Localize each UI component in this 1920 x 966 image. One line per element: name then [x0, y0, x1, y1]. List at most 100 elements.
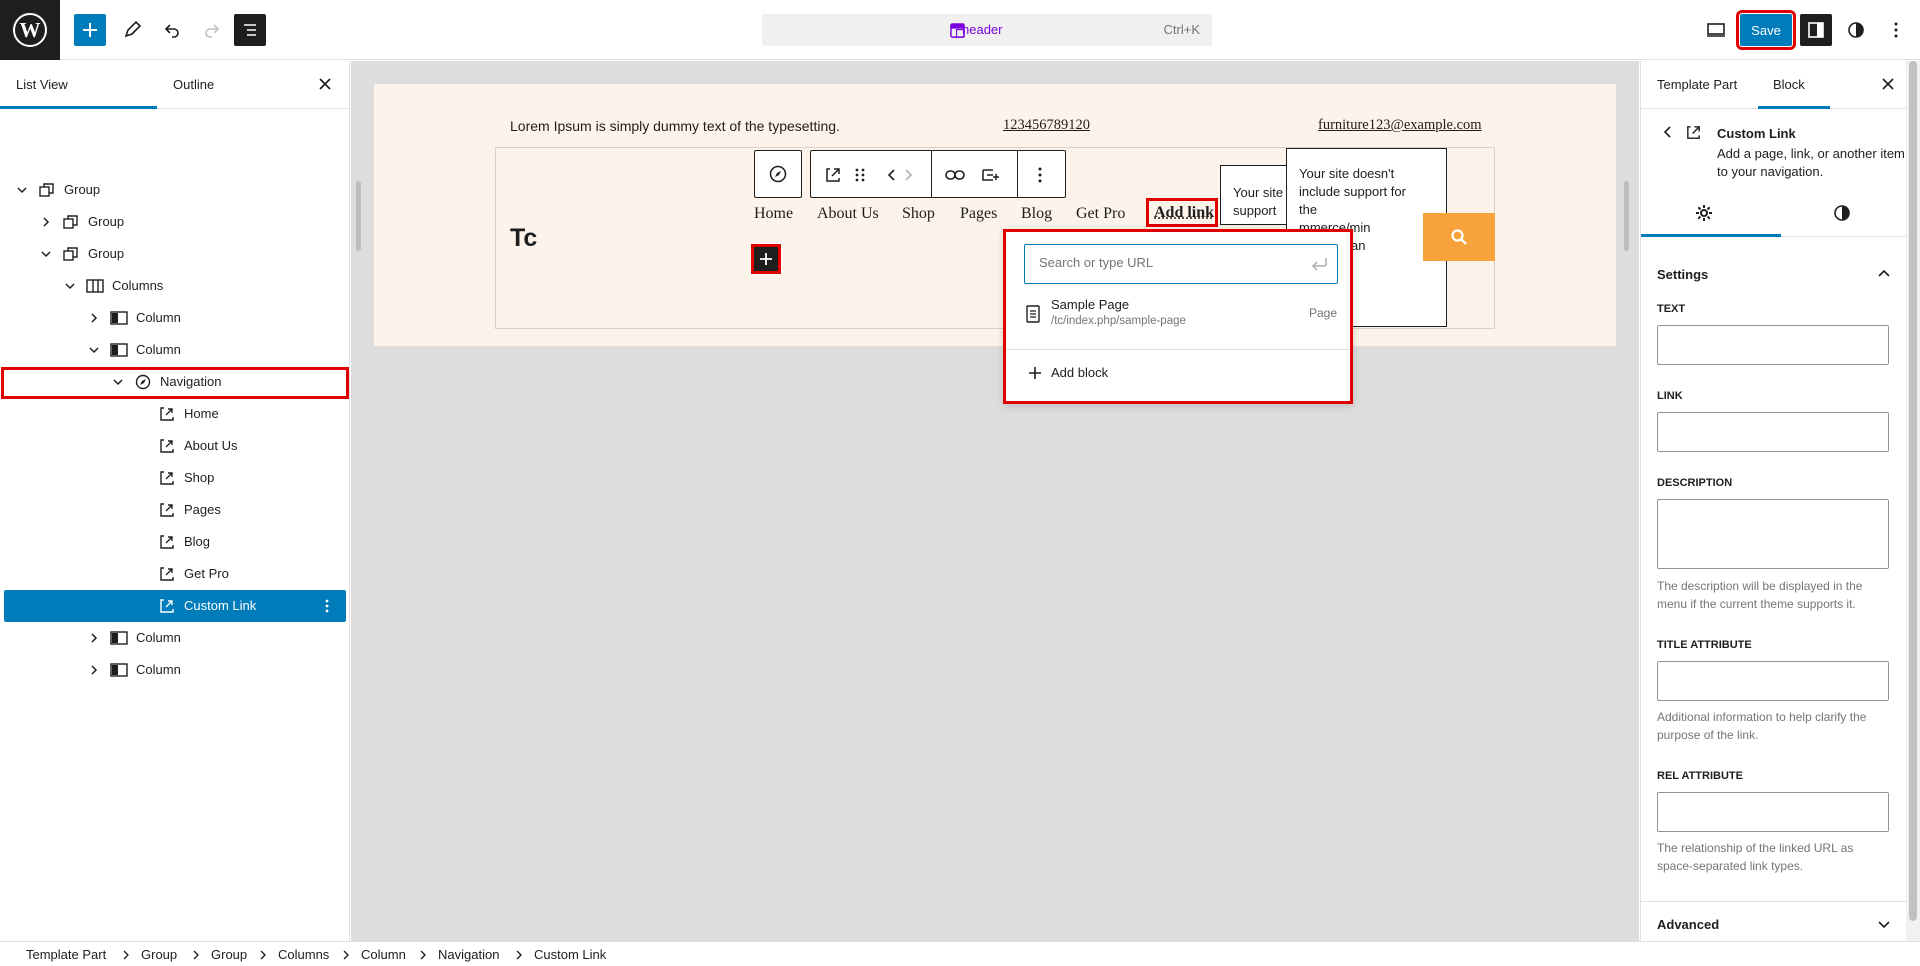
breadcrumb-item-column[interactable]: Column: [361, 947, 406, 962]
description-field[interactable]: [1657, 499, 1889, 569]
back-chevron-icon[interactable]: [1663, 125, 1673, 139]
breadcrumb-item-group[interactable]: Group: [211, 947, 247, 962]
wordpress-icon: W: [12, 12, 48, 48]
breadcrumb-item-navigation[interactable]: Navigation: [438, 947, 499, 962]
columns-icon: [86, 277, 104, 295]
text-field[interactable]: [1657, 325, 1889, 365]
canvas-resize-handle-left[interactable]: [356, 181, 361, 251]
move-right-icon[interactable]: [903, 168, 913, 182]
list-view-item-custom-link[interactable]: Custom Link: [4, 590, 346, 622]
more-vertical-icon[interactable]: [324, 598, 330, 614]
link-icon[interactable]: [945, 167, 965, 183]
undo-button[interactable]: [154, 12, 190, 48]
save-button[interactable]: Save: [1740, 14, 1792, 46]
list-view-item-column[interactable]: Column: [4, 622, 346, 654]
add-block-button[interactable]: Add block: [1024, 362, 1174, 386]
breadcrumb-item-custom-link[interactable]: Custom Link: [534, 947, 606, 962]
list-view-item-columns[interactable]: Columns: [4, 270, 346, 302]
list-view-item-shop[interactable]: Shop: [4, 462, 346, 494]
rel-attribute-field[interactable]: [1657, 792, 1889, 832]
list-view-item-label: Shop: [184, 470, 214, 485]
list-view-item-get-pro[interactable]: Get Pro: [4, 558, 346, 590]
canvas-resize-handle-right[interactable]: [1624, 181, 1629, 251]
phone-link[interactable]: 123456789120: [1003, 117, 1090, 134]
styles-button[interactable]: [1838, 12, 1874, 48]
list-view-item-home[interactable]: Home: [4, 398, 346, 430]
chevron-down-icon[interactable]: [1877, 920, 1891, 930]
menu-item-blog[interactable]: Blog: [1021, 205, 1052, 223]
chevron-down-icon[interactable]: [38, 246, 54, 262]
list-view-item-group[interactable]: Group: [4, 206, 346, 238]
close-icon[interactable]: [1881, 77, 1895, 91]
preview-button[interactable]: [1698, 12, 1734, 48]
wordpress-logo-button[interactable]: W: [0, 0, 60, 60]
list-view-item-pages[interactable]: Pages: [4, 494, 346, 526]
menu-item-pages[interactable]: Pages: [960, 205, 997, 223]
link-control-popover: Sample Page /tc/index.php/sample-page Pa…: [1003, 229, 1353, 404]
chevron-right-icon[interactable]: [86, 662, 102, 678]
email-link[interactable]: furniture123@example.com: [1318, 117, 1482, 134]
suggestion-type: Page: [1309, 306, 1337, 320]
custom-link-icon[interactable]: [824, 166, 842, 184]
list-view-item-blog[interactable]: Blog: [4, 526, 346, 558]
menu-item-get-pro[interactable]: Get Pro: [1076, 205, 1125, 223]
block-inserter-button[interactable]: [74, 14, 106, 46]
url-search-field[interactable]: [1024, 244, 1338, 284]
breadcrumb-separator-icon: [259, 947, 267, 961]
list-view-item-column[interactable]: Column: [4, 654, 346, 686]
advanced-section-toggle[interactable]: Advanced: [1657, 917, 1719, 932]
redo-button[interactable]: [194, 12, 230, 48]
options-button[interactable]: [1878, 12, 1914, 48]
tab-outline[interactable]: Outline: [173, 77, 214, 92]
enter-icon[interactable]: [1311, 256, 1329, 272]
column-icon: [110, 341, 128, 359]
document-overview-button[interactable]: [234, 14, 266, 46]
navigation-add-block-button[interactable]: [751, 244, 781, 274]
more-vertical-icon[interactable]: [1037, 166, 1043, 184]
menu-item-shop[interactable]: Shop: [902, 205, 935, 223]
list-view-item-group[interactable]: Group: [4, 174, 346, 206]
tab-block[interactable]: Block: [1773, 77, 1805, 92]
list-view-item-label: Blog: [184, 534, 210, 549]
document-bar[interactable]: header Ctrl+K: [762, 14, 1212, 46]
custom-link-icon: [158, 565, 176, 583]
link-field[interactable]: [1657, 412, 1889, 452]
chevron-down-icon[interactable]: [86, 342, 102, 358]
site-title[interactable]: Tc: [510, 224, 537, 253]
add-link-menu-item[interactable]: Add link: [1146, 198, 1218, 227]
tools-button[interactable]: [114, 12, 150, 48]
drag-handle-icon[interactable]: [854, 167, 866, 183]
chevron-right-icon[interactable]: [86, 630, 102, 646]
chevron-down-icon[interactable]: [14, 182, 30, 198]
add-submenu-icon[interactable]: [981, 166, 1001, 184]
close-icon[interactable]: [318, 77, 332, 91]
gear-icon[interactable]: [1695, 204, 1713, 222]
navigation-parent-selector[interactable]: [754, 150, 802, 198]
tab-template-part[interactable]: Template Part: [1657, 77, 1737, 92]
list-view-item-about-us[interactable]: About Us: [4, 430, 346, 462]
title-attribute-field[interactable]: [1657, 661, 1889, 701]
chevron-down-icon[interactable]: [62, 278, 78, 294]
settings-scrollbar-thumb[interactable]: [1909, 61, 1917, 921]
list-view-item-label: About Us: [184, 438, 237, 453]
chevron-right-icon[interactable]: [38, 214, 54, 230]
link-suggestion-sample-page[interactable]: Sample Page /tc/index.php/sample-page Pa…: [1006, 292, 1350, 338]
contrast-icon[interactable]: [1833, 204, 1851, 222]
breadcrumb-item-columns[interactable]: Columns: [278, 947, 329, 962]
menu-item-about-us[interactable]: About Us: [817, 205, 879, 223]
menu-item-home[interactable]: Home: [754, 205, 793, 223]
url-search-input[interactable]: [1039, 255, 1299, 270]
search-block-button[interactable]: [1423, 213, 1495, 261]
chevron-right-icon[interactable]: [86, 310, 102, 326]
chevron-up-icon[interactable]: [1877, 268, 1891, 278]
settings-section-title[interactable]: Settings: [1657, 267, 1708, 282]
breadcrumb-item-group[interactable]: Group: [141, 947, 177, 962]
settings-toggle-button[interactable]: [1800, 14, 1832, 46]
tab-list-view[interactable]: List View: [16, 77, 68, 92]
move-left-icon[interactable]: [887, 168, 897, 182]
list-view-item-group[interactable]: Group: [4, 238, 346, 270]
breadcrumb-item-template-part[interactable]: Template Part: [26, 947, 106, 962]
list-view-item-column[interactable]: Column: [4, 334, 346, 366]
list-view-item-column[interactable]: Column: [4, 302, 346, 334]
plus-icon: [81, 21, 99, 39]
